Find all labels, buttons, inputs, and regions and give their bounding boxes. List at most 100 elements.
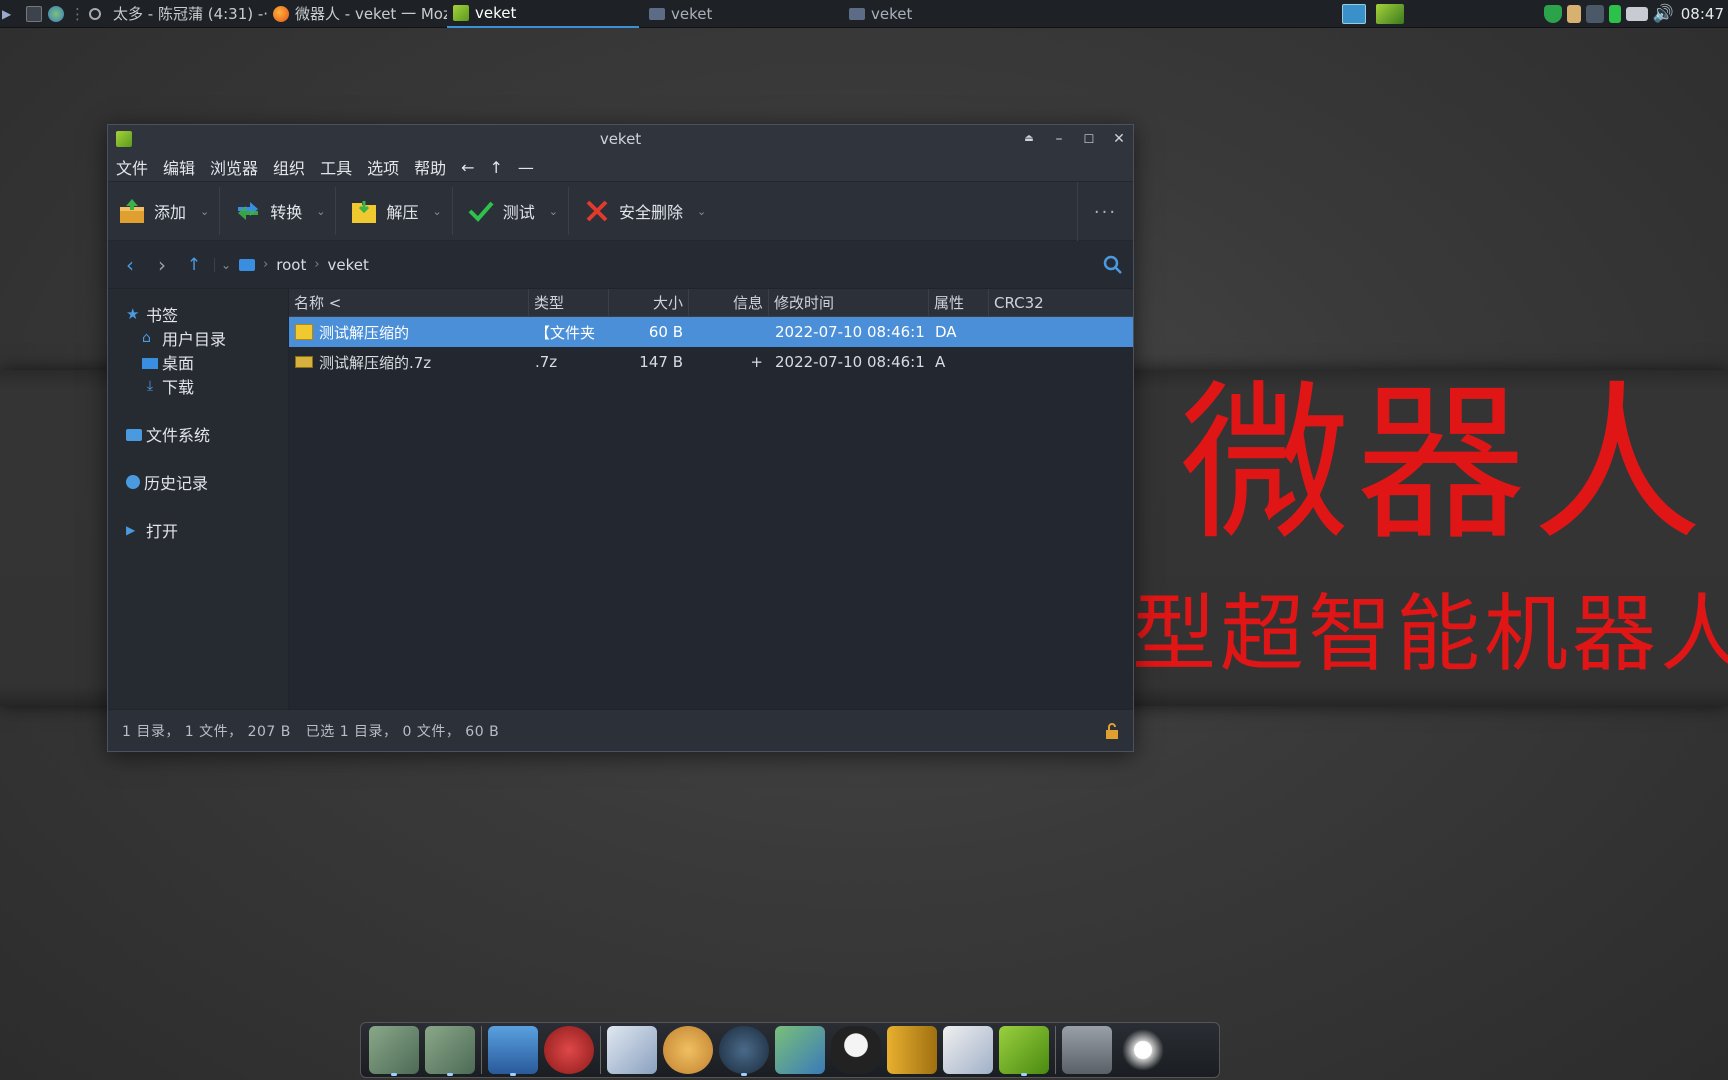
chevron-down-icon[interactable]: ⌄: [432, 205, 441, 218]
column-size[interactable]: 大小: [609, 288, 689, 317]
taskbar-item-veket-folder-1[interactable]: veket: [639, 0, 839, 28]
minimize-button[interactable]: –: [1051, 131, 1067, 147]
add-button[interactable]: 添加 ⌄: [108, 181, 215, 241]
banner-subtitle: 型超智能机器人: [1132, 585, 1728, 683]
taskbar-item-veket-active[interactable]: veket: [447, 0, 639, 28]
up-icon[interactable]: ↑: [182, 253, 206, 277]
folder-icon: [295, 324, 313, 340]
back-icon[interactable]: ‹: [118, 253, 142, 277]
row-name: 测试解压缩的.7z: [319, 353, 432, 372]
clock[interactable]: 08:47: [1681, 5, 1724, 23]
column-type[interactable]: 类型: [529, 288, 609, 317]
history-dropdown-icon[interactable]: ⌄: [214, 257, 231, 272]
menu-options[interactable]: 选项: [367, 155, 399, 179]
search-icon[interactable]: [1101, 253, 1125, 277]
network-icon[interactable]: [1585, 5, 1604, 23]
sidebar-item-home[interactable]: ⌂ 用户目录: [108, 327, 288, 349]
dock-creature-icon[interactable]: [544, 1026, 594, 1074]
taskbar-item-veket-folder-2[interactable]: veket: [839, 0, 1039, 28]
dock-network-users-icon[interactable]: [775, 1026, 825, 1074]
terminal-launcher-icon[interactable]: [26, 5, 42, 22]
menu-back-arrow[interactable]: ←: [461, 158, 474, 177]
shield-icon[interactable]: [1543, 5, 1562, 23]
history-icon: [126, 475, 140, 489]
dock-drive-icon[interactable]: [1062, 1026, 1112, 1074]
firefox-icon: [273, 5, 289, 22]
more-options-button[interactable]: ···: [1077, 182, 1133, 242]
workspace-2-icon[interactable]: [1376, 4, 1404, 24]
dock-media-player-icon[interactable]: [719, 1026, 769, 1076]
breadcrumb-veket[interactable]: veket: [328, 256, 369, 274]
battery-icon[interactable]: [1608, 5, 1621, 23]
dock-app-1-icon[interactable]: [369, 1026, 419, 1076]
sidebar-item-open[interactable]: ▶ 打开: [108, 519, 288, 541]
dock-monitor-icon[interactable]: [488, 1026, 538, 1076]
chevron-down-icon[interactable]: ⌄: [549, 205, 558, 218]
computer-icon[interactable]: [239, 258, 256, 271]
table-row[interactable]: 测试解压缩的.7z .7z 147 B + 2022-07-10 08:46:1…: [289, 347, 1133, 377]
play-triangle-icon: ▶: [126, 523, 136, 537]
maximize-button[interactable]: ☐: [1081, 131, 1097, 147]
volume-icon[interactable]: 🔊: [1653, 4, 1674, 24]
taskbar-item-label: veket: [871, 4, 913, 23]
forward-icon[interactable]: ›: [150, 253, 174, 277]
clipboard-icon[interactable]: [1566, 5, 1581, 23]
taskbar-item-video[interactable]: 太多 - 陈冠蒲 (4:31) -···: [107, 0, 267, 28]
taskbar-item-label: veket: [475, 3, 517, 22]
sidebar-item-bookmarks[interactable]: ★ 书签: [108, 303, 288, 325]
workspace-1-icon[interactable]: [1342, 4, 1366, 24]
menu-file[interactable]: 文件: [116, 155, 148, 179]
secure-delete-button[interactable]: 安全删除 ⌄: [573, 181, 712, 241]
column-attributes[interactable]: 属性: [929, 288, 989, 317]
close-button[interactable]: ✕: [1111, 131, 1127, 147]
taskbar-item-firefox[interactable]: 微器人 - veket 一 Moz···: [267, 0, 447, 28]
sidebar-item-history[interactable]: 历史记录: [108, 471, 288, 493]
dock-brightness-icon[interactable]: [1118, 1026, 1168, 1074]
column-modified[interactable]: 修改时间: [769, 288, 929, 317]
chevron-down-icon[interactable]: ⌄: [200, 205, 209, 218]
menu-organize[interactable]: 组织: [273, 155, 305, 179]
menu-dash[interactable]: —: [518, 158, 534, 177]
toolbar: 添加 ⌄ 转换 ⌄ 解压 ⌄ 测试 ⌄ 安全删除 ⌄ ···: [108, 181, 1133, 242]
column-crc32[interactable]: CRC32: [989, 289, 1133, 317]
menu-launcher-icon[interactable]: ▶: [2, 6, 18, 22]
column-info[interactable]: 信息: [689, 288, 769, 317]
lock-icon[interactable]: [1105, 723, 1119, 739]
sidebar-item-downloads[interactable]: ⤓ 下载: [108, 375, 288, 397]
keyboard-icon[interactable]: [1625, 7, 1648, 21]
app-icon: [116, 131, 132, 147]
record-icon[interactable]: [89, 7, 101, 20]
dock-help-icon[interactable]: [999, 1026, 1049, 1076]
dock-exit-door-icon[interactable]: [887, 1026, 937, 1074]
dock-chart-icon[interactable]: [943, 1026, 993, 1074]
row-info: +: [750, 353, 763, 371]
row-attributes: A: [935, 353, 946, 371]
file-manager-window: veket ⏏ – ☐ ✕ 文件 编辑 浏览器 组织 工具 选项 帮助 ← ↑ …: [107, 124, 1134, 752]
menu-browser[interactable]: 浏览器: [210, 155, 258, 179]
chevron-down-icon[interactable]: ⌄: [316, 205, 325, 218]
dock-paint-palette-icon[interactable]: [663, 1026, 713, 1074]
sidebar-item-desktop[interactable]: 桌面: [108, 351, 288, 373]
menu-up-arrow[interactable]: ↑: [490, 158, 503, 177]
menu-bar: 文件 编辑 浏览器 组织 工具 选项 帮助 ← ↑ —: [108, 153, 1133, 181]
dock-app-2-icon[interactable]: [425, 1026, 475, 1076]
menu-tools[interactable]: 工具: [320, 155, 352, 179]
chevron-down-icon[interactable]: ⌄: [697, 205, 706, 218]
shade-button[interactable]: ⏏: [1021, 131, 1037, 147]
sidebar-item-label: 用户目录: [162, 330, 227, 349]
breadcrumb-root[interactable]: root: [276, 256, 306, 274]
table-row[interactable]: 测试解压缩的 【文件夹 60 B 2022-07-10 08:46:1 DA: [289, 317, 1133, 347]
menu-edit[interactable]: 编辑: [163, 155, 195, 179]
column-name[interactable]: 名称 <: [289, 288, 529, 317]
taskbar-item-label: veket: [671, 4, 713, 23]
window-titlebar[interactable]: veket ⏏ – ☐ ✕: [108, 125, 1133, 153]
extract-button[interactable]: 解压 ⌄: [340, 181, 447, 241]
menu-help[interactable]: 帮助: [414, 155, 446, 179]
sidebar-item-filesystem[interactable]: 文件系统: [108, 423, 288, 445]
dock-text-editor-icon[interactable]: [607, 1026, 657, 1074]
convert-button[interactable]: 转换 ⌄: [224, 181, 331, 241]
window-title: veket: [599, 130, 642, 148]
test-button[interactable]: 测试 ⌄: [457, 181, 564, 241]
dock-penguin-icon[interactable]: [831, 1026, 881, 1074]
browser-launcher-icon[interactable]: [48, 5, 64, 22]
